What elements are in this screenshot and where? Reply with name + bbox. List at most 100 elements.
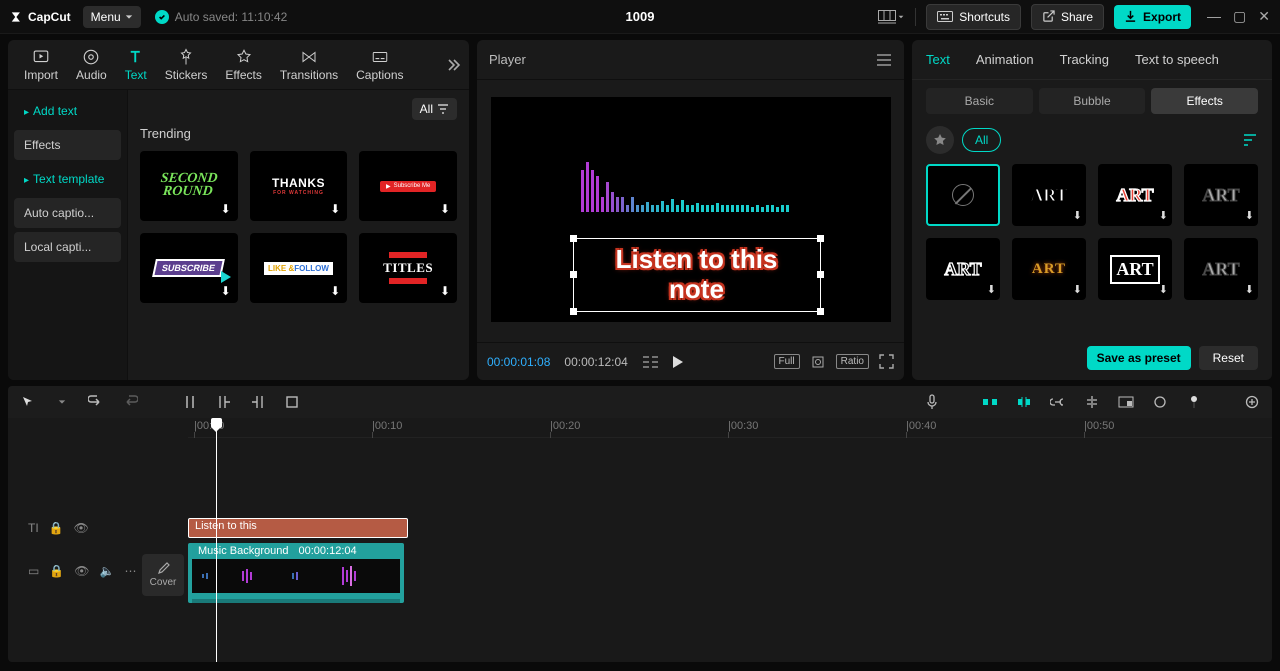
focus-button[interactable] [810,354,826,370]
zoom-slider[interactable] [1184,392,1204,412]
download-icon[interactable]: ⬇ [218,201,234,217]
zoom-out-button[interactable] [1150,392,1170,412]
more-icon[interactable]: ⋯ [124,564,136,578]
tab-effects-left[interactable]: Effects [217,46,269,84]
full-button[interactable]: Full [774,354,800,369]
tab-import[interactable]: Import [16,46,66,84]
template-second-round[interactable]: SECONDROUND ⬇ [140,151,238,221]
menu-button[interactable]: Menu [83,6,141,28]
selection-dropdown[interactable] [52,392,72,412]
download-icon[interactable]: ⬇ [437,201,453,217]
props-tab-animation[interactable]: Animation [976,52,1034,67]
download-icon[interactable]: ⬇ [327,283,343,299]
download-icon[interactable]: ⬇ [1245,209,1254,222]
split-button[interactable] [180,392,200,412]
sidebar-item-auto-captions[interactable]: Auto captio... [14,198,121,228]
cover-button[interactable]: Cover [142,554,184,596]
maximize-button[interactable]: ▢ [1233,8,1246,25]
download-icon[interactable]: ⬇ [1073,209,1082,222]
tab-stickers[interactable]: Stickers [157,46,216,84]
effect-art-fire[interactable]: ART⬇ [1012,238,1086,300]
player-canvas[interactable]: Listen to thisnote [491,97,891,322]
align-button[interactable] [1082,392,1102,412]
download-icon[interactable]: ⬇ [327,201,343,217]
subtab-bubble[interactable]: Bubble [1039,88,1146,114]
effects-all-pill[interactable]: All [962,128,1001,152]
shortcuts-button[interactable]: Shortcuts [926,4,1021,30]
eye-icon[interactable]: 👁 [74,521,89,535]
effect-none[interactable] [926,164,1000,226]
crop-button[interactable] [282,392,302,412]
effect-art-gray2[interactable]: ART⬇ [1184,238,1258,300]
tab-text[interactable]: Text [117,46,155,84]
snap-button[interactable] [1014,392,1034,412]
lock-icon[interactable]: 🔒 [49,521,64,535]
link-button[interactable] [1048,392,1068,412]
properties-panel: Text Animation Tracking Text to speech B… [912,40,1272,380]
text-clip[interactable]: Listen to this [188,518,408,538]
template-like-follow[interactable]: LIKE &FOLLOW ⬇ [250,233,348,303]
export-button[interactable]: Export [1114,5,1191,29]
lock-icon[interactable]: 🔒 [49,564,64,578]
eye-icon[interactable]: 👁 [74,564,89,578]
effect-art-gray[interactable]: ART⬇ [1184,164,1258,226]
subtab-basic[interactable]: Basic [926,88,1033,114]
effect-art-outline[interactable]: ART⬇ [926,238,1000,300]
timeline-ruler[interactable]: |00:00 |00:10 |00:20 |00:30 |00:40 |00:5… [188,418,1272,438]
layout-button[interactable] [877,5,905,29]
sidebar-item-local-captions[interactable]: Local capti... [14,232,121,262]
effect-art-white[interactable]: ART⬇ [1012,164,1086,226]
undo-button[interactable] [86,392,106,412]
props-tab-tts[interactable]: Text to speech [1135,52,1219,67]
download-icon[interactable]: ⬇ [987,283,996,296]
props-tab-text[interactable]: Text [926,52,950,67]
tab-audio[interactable]: Audio [68,46,115,84]
split-right-button[interactable] [248,392,268,412]
minimize-button[interactable]: — [1207,8,1221,25]
download-icon[interactable]: ⬇ [1073,283,1082,296]
sidebar-item-add-text[interactable]: Add text [14,96,121,126]
selection-tool[interactable] [18,392,38,412]
save-preset-button[interactable]: Save as preset [1087,346,1191,370]
sidebar-item-text-effects[interactable]: Effects [14,130,121,160]
download-icon[interactable]: ⬇ [1245,283,1254,296]
tab-transitions[interactable]: Transitions [272,46,346,84]
ratio-button[interactable]: Ratio [836,354,869,369]
template-subscribe[interactable]: SUBSCRIBE ⬇ [140,233,238,303]
template-filter-button[interactable]: All [412,98,457,120]
timeline: |00:00 |00:10 |00:20 |00:30 |00:40 |00:5… [8,418,1272,662]
template-thanks[interactable]: THANKSFOR WATCHING ⬇ [250,151,348,221]
play-button[interactable] [670,355,684,369]
video-clip[interactable]: Music Background 00:00:12:04 [188,543,404,603]
compare-button[interactable] [642,355,658,369]
template-titles[interactable]: TITLES ⬇ [359,233,457,303]
effect-art-boxed[interactable]: ART⬇ [1098,238,1172,300]
download-icon[interactable]: ⬇ [1159,283,1168,296]
playhead[interactable] [216,418,217,662]
mute-icon[interactable]: 🔈 [100,564,115,578]
mic-button[interactable] [922,392,942,412]
close-button[interactable]: ✕ [1258,8,1270,25]
more-tabs-button[interactable] [445,57,461,73]
player-menu-button[interactable] [876,54,892,66]
download-icon[interactable]: ⬇ [1159,209,1168,222]
template-subscribe-me[interactable]: ▶ Subscribe Me ⬇ [359,151,457,221]
tab-captions[interactable]: Captions [348,46,411,84]
share-button[interactable]: Share [1031,4,1104,30]
redo-button[interactable] [120,392,140,412]
text-selection-frame[interactable]: Listen to thisnote [573,238,821,312]
subtab-effects[interactable]: Effects [1151,88,1258,114]
fullscreen-button[interactable] [879,354,894,369]
effect-art-red[interactable]: ART⬇ [1098,164,1172,226]
reset-button[interactable]: Reset [1199,346,1258,370]
sidebar-item-text-template[interactable]: Text template [14,164,121,194]
zoom-fit-button[interactable] [1242,392,1262,412]
preview-size-button[interactable] [1116,392,1136,412]
effects-sort-button[interactable] [1242,133,1258,147]
download-icon[interactable]: ⬇ [218,283,234,299]
magnet-button[interactable] [980,392,1000,412]
download-icon[interactable]: ⬇ [437,283,453,299]
props-tab-tracking[interactable]: Tracking [1060,52,1109,67]
split-left-button[interactable] [214,392,234,412]
favorites-button[interactable] [926,126,954,154]
